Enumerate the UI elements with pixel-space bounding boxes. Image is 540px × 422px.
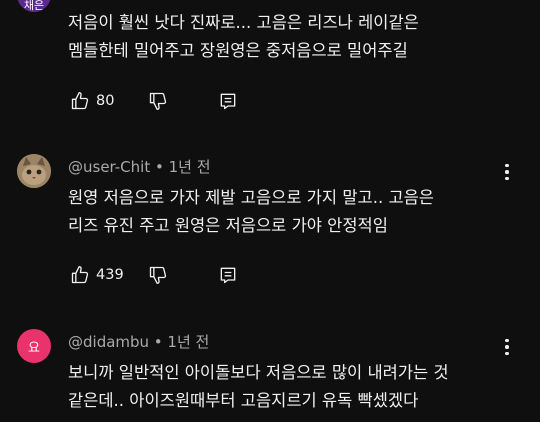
comment-line: 저음이 훨씬 낫다 진짜로... 고음은 리즈나 레이같은 — [68, 13, 419, 32]
more-button[interactable] — [498, 160, 516, 184]
comment-text: 저음이 훨씬 낫다 진짜로... 고음은 리즈나 레이같은 멤들한테 밀어주고 … — [68, 9, 488, 65]
dislike-button[interactable] — [148, 265, 168, 285]
comment-line: 같은데.. 아이즈원때부터 고음지르기 유독 빡셌겠다 — [68, 391, 419, 410]
like-count: 439 — [96, 267, 124, 283]
cat-avatar-icon — [17, 154, 51, 188]
more-vertical-icon — [505, 163, 509, 168]
comment-author-time: @user-Chit • 1년 전 — [68, 158, 211, 176]
thumb-up-icon — [71, 92, 89, 110]
comment-line: 멤들한테 밀어주고 장원영은 중저음으로 밀어주길 — [68, 41, 408, 60]
more-button[interactable] — [498, 335, 516, 359]
avatar-label: 요 — [28, 340, 40, 356]
comment-actions: 80 — [68, 91, 268, 115]
comment-text: 보니까 일반적인 아이돌보다 저음으로 많이 내려가는 것 같은데.. 아이즈원… — [68, 359, 488, 415]
comment-actions: 439 — [68, 265, 268, 289]
avatar[interactable]: 요 — [17, 329, 51, 363]
reply-button[interactable] — [218, 265, 238, 285]
avatar[interactable]: 채은 — [17, 0, 51, 12]
comment-line: 보니까 일반적인 아이돌보다 저음으로 많이 내려가는 것 — [68, 363, 449, 382]
reply-comment-icon — [220, 267, 236, 284]
comment-author-time: @didambu • 1년 전 — [68, 333, 210, 351]
avatar[interactable] — [17, 154, 51, 188]
avatar-label: 채은 — [23, 0, 45, 12]
thumb-down-icon — [149, 266, 167, 284]
like-count: 80 — [96, 93, 115, 109]
like-button[interactable]: 80 — [70, 91, 114, 111]
comment-line: 리즈 유진 주고 원영은 저음으로 가야 안정적임 — [68, 216, 388, 235]
reply-button[interactable] — [218, 91, 238, 111]
reply-comment-icon — [220, 93, 236, 110]
comment-text: 원영 저음으로 가자 제발 고음으로 가지 말고.. 고음은 리즈 유진 주고 … — [68, 184, 488, 240]
comment-line: 원영 저음으로 가자 제발 고음으로 가지 말고.. 고음은 — [68, 188, 434, 207]
thumb-down-icon — [149, 92, 167, 111]
more-vertical-icon — [505, 338, 509, 343]
dislike-button[interactable] — [148, 91, 168, 111]
thumb-up-icon — [71, 266, 89, 284]
like-button[interactable]: 439 — [70, 265, 124, 285]
